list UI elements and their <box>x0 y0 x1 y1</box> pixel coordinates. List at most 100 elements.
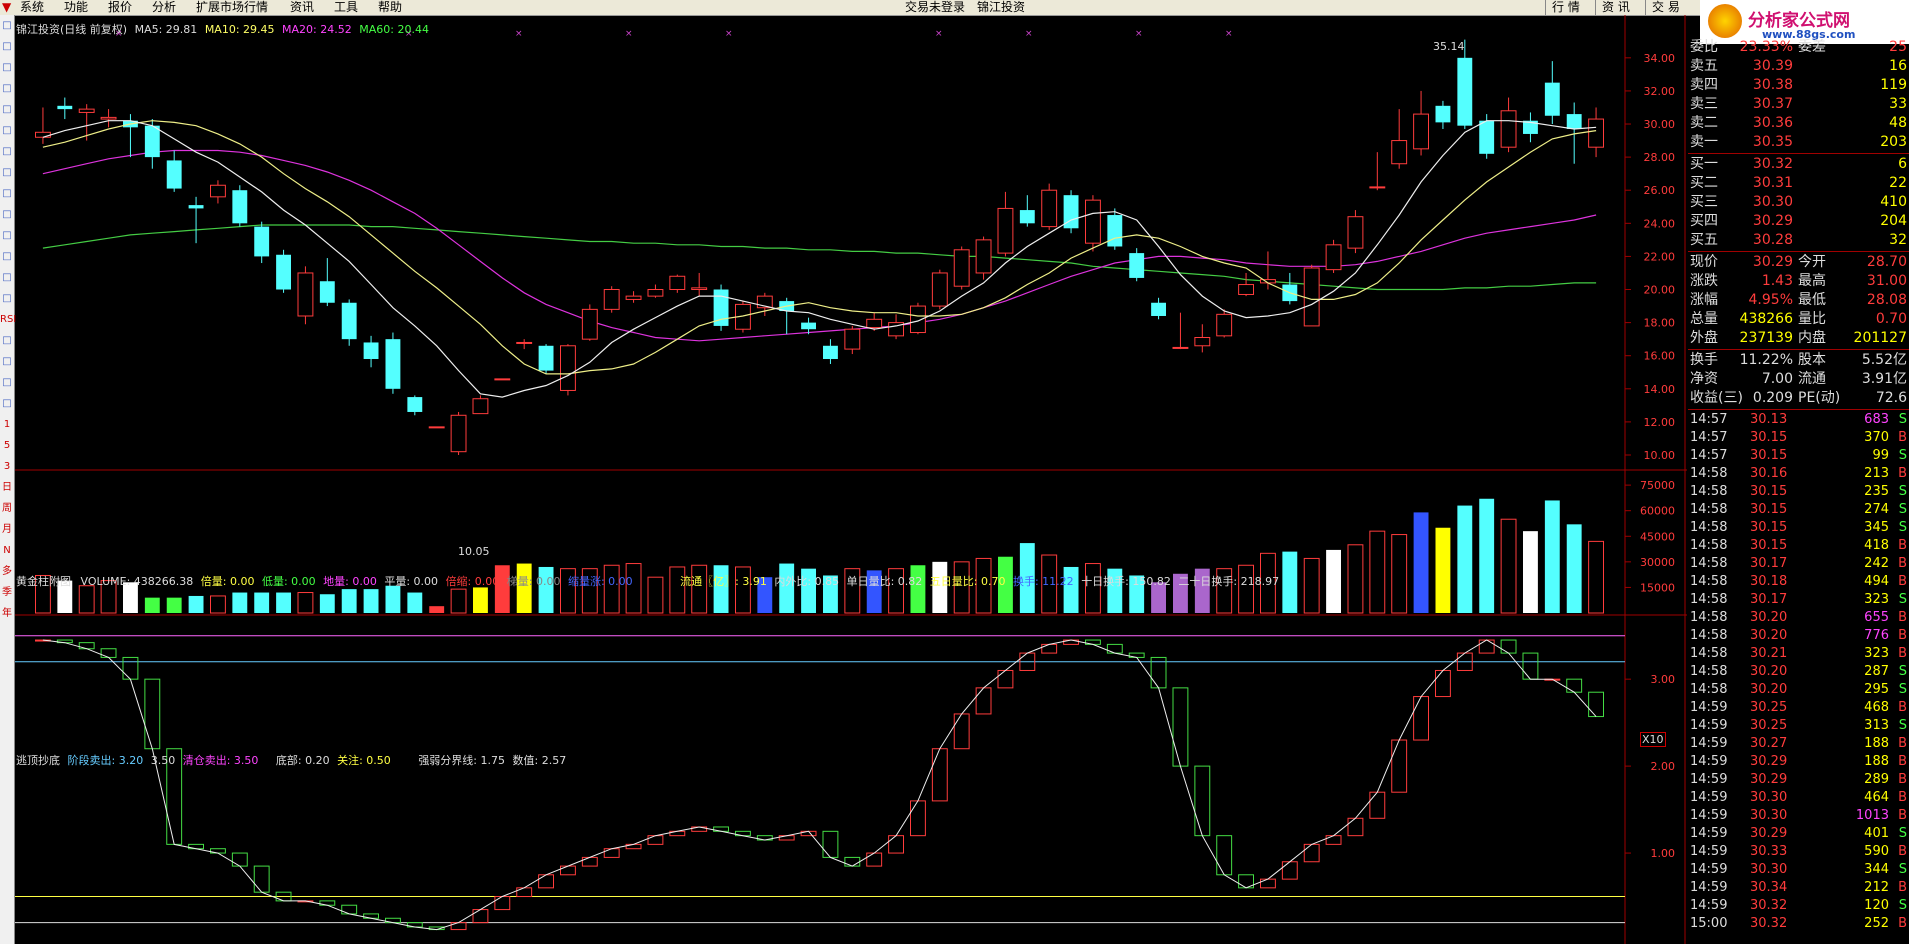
app-icon[interactable]: ▼ <box>2 0 11 15</box>
menu-help[interactable]: 帮助 <box>378 0 402 15</box>
volume-bar <box>341 589 357 613</box>
menu-tools[interactable]: 工具 <box>334 0 358 15</box>
left-tool-15[interactable]: □ <box>0 330 14 351</box>
ma5-value: MA5: 29.81 <box>134 23 198 36</box>
candle-body <box>385 339 401 389</box>
left-tool-27[interactable]: 季 <box>0 582 14 603</box>
high-price-label: 35.14 <box>1433 40 1465 53</box>
candle-body <box>254 226 270 257</box>
candle-body <box>1129 253 1145 278</box>
left-tool-11[interactable]: □ <box>0 246 14 267</box>
tick-row: 14:58 30.20 776 B <box>1690 628 1907 643</box>
tick-row: 14:58 30.18 494 B <box>1690 574 1907 589</box>
left-tool-24[interactable]: 月 <box>0 519 14 540</box>
menu-function[interactable]: 功能 <box>64 0 88 15</box>
vol-axis-label: 15000 <box>1640 581 1675 594</box>
ind-bar <box>953 713 970 750</box>
price-axis-label: 12.00 <box>1644 416 1676 429</box>
tick-row: 14:58 30.16 213 B <box>1690 466 1907 481</box>
left-tool-28[interactable]: 年 <box>0 603 14 624</box>
left-tool-9[interactable]: □ <box>0 204 14 225</box>
ind-bar <box>1413 696 1429 741</box>
left-tool-25[interactable]: N <box>0 540 14 561</box>
ma5-line <box>42 120 1597 398</box>
btn-news[interactable]: 资 讯 <box>1595 0 1636 15</box>
candle-body <box>1325 244 1342 271</box>
ind-bar <box>1106 643 1123 654</box>
candle-body <box>57 105 73 110</box>
ind-bar <box>1391 739 1408 793</box>
candle-body <box>188 205 204 209</box>
left-tool-0[interactable]: □ <box>0 15 14 36</box>
separator <box>1688 153 1909 154</box>
vol-i5: 倍缩: 0.00 <box>445 575 500 588</box>
ma10-value: MA10: 29.45 <box>204 23 275 36</box>
candle-body <box>276 254 291 290</box>
candle-body <box>844 328 861 350</box>
left-tool-5[interactable]: □ <box>0 120 14 141</box>
left-tool-13[interactable]: □ <box>0 288 14 309</box>
ask-row: 卖三 30.37 33 <box>1690 96 1907 112</box>
left-tool-14[interactable]: RSI <box>0 309 16 330</box>
left-tool-17[interactable]: □ <box>0 372 14 393</box>
ind-bar <box>122 656 139 680</box>
menu-system[interactable]: 系统 <box>20 0 44 15</box>
candle-body <box>538 345 554 371</box>
stat-row: 外盘 237139 内盘 201127 <box>1690 330 1907 346</box>
stock-chart[interactable]: 34.00 32.00 30.00 28.00 26.00 24.00 22.00 20.00… <box>15 15 1687 944</box>
quote-panel: 委比 23.33% 委差 25 卖五 30.39 16 卖四 30.38 119 卖三 30.37 33… <box>1688 39 1909 944</box>
bid-row: 买二 30.31 22 <box>1690 175 1907 191</box>
price-axis-label: 14.00 <box>1644 383 1676 396</box>
left-tool-20[interactable]: 5 <box>0 435 14 456</box>
left-tool-7[interactable]: □ <box>0 162 14 183</box>
left-tool-18[interactable]: □ <box>0 393 14 414</box>
left-tool-12[interactable]: □ <box>0 267 14 288</box>
left-tool-26[interactable]: 多 <box>0 561 14 582</box>
candle-body <box>450 414 467 453</box>
left-tool-23[interactable]: 周 <box>0 498 14 519</box>
ma20-value: MA20: 24.52 <box>282 23 352 36</box>
volume-bar <box>210 595 226 614</box>
tick-row: 14:59 30.34 212 B <box>1690 880 1907 895</box>
tick-row: 14:58 30.21 323 B <box>1690 646 1907 661</box>
candle-body <box>1107 215 1123 247</box>
candle-body <box>1500 110 1517 148</box>
price-axis-label: 10.00 <box>1644 449 1676 462</box>
btn-market[interactable]: 行 情 <box>1545 0 1586 15</box>
tick-row: 14:58 30.15 345 S <box>1690 520 1907 535</box>
separator <box>1688 409 1909 410</box>
candle-body <box>341 302 357 340</box>
left-tool-1[interactable]: □ <box>0 36 14 57</box>
left-tool-8[interactable]: □ <box>0 183 14 204</box>
left-tool-3[interactable]: □ <box>0 78 14 99</box>
tick-row: 15:00 30.32 252 B <box>1690 916 1907 931</box>
vol-i7: 缩量涨: 0.00 <box>567 575 633 588</box>
candle-body <box>407 397 423 412</box>
candle-body <box>1479 120 1495 154</box>
ask-row: 卖二 30.36 48 <box>1690 115 1907 131</box>
menu-quote[interactable]: 报价 <box>108 0 132 15</box>
menu-ext-market[interactable]: 扩展市场行情 <box>196 0 268 15</box>
left-tool-19[interactable]: 1 <box>0 414 14 435</box>
volume-bar <box>385 585 401 613</box>
candle-body <box>1172 346 1189 349</box>
left-tool-22[interactable]: 日 <box>0 477 14 498</box>
menu-info[interactable]: 资讯 <box>290 0 314 15</box>
candle-body <box>866 318 883 329</box>
volume-bar <box>1282 551 1298 613</box>
left-tool-10[interactable]: □ <box>0 225 14 246</box>
left-tool-21[interactable]: 3 <box>0 456 14 477</box>
menu-analysis[interactable]: 分析 <box>152 0 176 15</box>
tick-row: 14:59 30.25 313 S <box>1690 718 1907 733</box>
volume-bar <box>1523 531 1538 613</box>
left-tool-6[interactable]: □ <box>0 141 14 162</box>
left-tool-2[interactable]: □ <box>0 57 14 78</box>
ind-bar <box>1347 817 1364 837</box>
ind-bar <box>581 856 598 867</box>
left-tool-16[interactable]: □ <box>0 351 14 372</box>
btn-trade[interactable]: 交 易 <box>1645 0 1686 15</box>
left-tool-4[interactable]: □ <box>0 99 14 120</box>
volume-bar <box>1435 527 1451 613</box>
volume-bar <box>429 606 445 613</box>
marker-x: × <box>625 29 633 39</box>
